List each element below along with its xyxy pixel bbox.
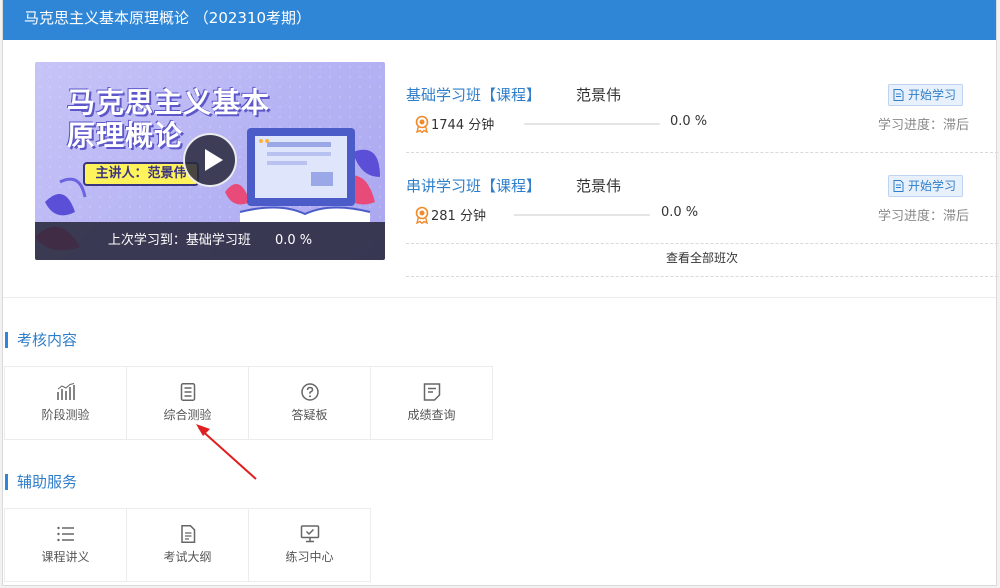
monitor-check-icon xyxy=(300,525,319,543)
tile-practice-center[interactable]: 练习中心 xyxy=(248,508,371,582)
tile-label: 课程讲义 xyxy=(41,550,90,564)
note-icon xyxy=(423,383,440,401)
progress-percent: 0.0 % xyxy=(661,205,699,220)
progress-bar xyxy=(514,214,650,216)
minutes-value: 281 分钟 xyxy=(431,209,486,224)
play-button[interactable] xyxy=(183,133,237,187)
start-study-label: 开始学习 xyxy=(907,88,956,102)
tile-course-notes[interactable]: 课程讲义 xyxy=(4,508,127,582)
minutes-value: 1744 分钟 xyxy=(431,118,495,133)
medal-icon xyxy=(415,115,429,133)
last-study-bar: 上次学习到：基础学习班 0.0 % xyxy=(35,222,385,260)
study-status: 学习进度：滞后 xyxy=(877,118,969,133)
medal-icon xyxy=(415,206,429,224)
cover-title-line2: 原理概论 xyxy=(67,119,184,152)
last-study-progress: 0.0 % xyxy=(274,233,313,248)
tile-label: 答疑板 xyxy=(291,408,328,422)
teacher-name: 范景伟 xyxy=(576,86,622,104)
cover-teacher-tag: 主讲人：范景伟 xyxy=(83,162,199,186)
course-header: 马克思主义基本原理概论 （202310考期） xyxy=(3,0,996,40)
class-name-link[interactable]: 基础学习班【课程】 xyxy=(406,84,541,105)
tile-exam-syllabus[interactable]: 考试大纲 xyxy=(126,508,249,582)
teacher-name: 范景伟 xyxy=(576,177,622,195)
progress-percent: 0.0 % xyxy=(670,114,708,129)
doc-icon xyxy=(893,89,904,101)
tile-stage-test[interactable]: 阶段测验 xyxy=(4,366,127,440)
list-icon xyxy=(56,526,74,542)
tile-label: 成绩查询 xyxy=(407,408,456,422)
tile-label: 考试大纲 xyxy=(163,550,212,564)
cover-title-line1: 马克思主义基本 xyxy=(67,86,271,119)
study-minutes: 1744 分钟 xyxy=(414,114,494,133)
page-title: 马克思主义基本原理概论 （202310考期） xyxy=(24,9,312,27)
progress-bar xyxy=(524,123,660,125)
tile-score-query[interactable]: 成绩查询 xyxy=(370,366,493,440)
last-study-label: 上次学习到：基础学习班 xyxy=(107,233,251,248)
doc-icon xyxy=(893,180,904,192)
class-row-review: 串讲学习班【课程】 范景伟 281 分钟 0.0 % 开始学习 学习进度：滞后 xyxy=(406,175,969,245)
study-minutes: 281 分钟 xyxy=(414,205,486,224)
tile-label: 练习中心 xyxy=(285,550,334,564)
file-icon xyxy=(180,525,195,543)
bar-chart-icon xyxy=(56,383,75,400)
start-study-button[interactable]: 开始学习 xyxy=(887,175,963,197)
course-cover[interactable]: 马克思主义基本 原理概论 主讲人：范景伟 上次学习到：基础学习班 0.0 % xyxy=(35,62,385,260)
cover-title: 马克思主义基本 原理概论 xyxy=(67,86,297,152)
tile-qa-board[interactable]: 答疑板 xyxy=(248,366,371,440)
start-study-label: 开始学习 xyxy=(907,179,956,193)
section-divider xyxy=(3,297,996,298)
row-divider xyxy=(406,276,998,277)
row-divider xyxy=(406,152,998,153)
annotation-arrow-icon xyxy=(196,424,257,480)
view-all-classes-link[interactable]: 查看全部班次 xyxy=(406,244,998,276)
class-name-link[interactable]: 串讲学习班【课程】 xyxy=(406,175,541,196)
class-row-basic: 基础学习班【课程】 范景伟 1744 分钟 0.0 % 开始学习 学习进度：滞后 xyxy=(406,84,969,154)
document-icon xyxy=(180,383,195,401)
assessment-section-title: 考核内容 xyxy=(5,332,77,348)
study-status: 学习进度：滞后 xyxy=(877,209,969,224)
services-tiles: 课程讲义 考试大纲 练习中心 xyxy=(4,508,371,582)
services-section-title: 辅助服务 xyxy=(5,474,77,490)
question-icon xyxy=(300,383,319,401)
start-study-button[interactable]: 开始学习 xyxy=(887,84,963,106)
tile-label: 阶段测验 xyxy=(41,408,90,422)
